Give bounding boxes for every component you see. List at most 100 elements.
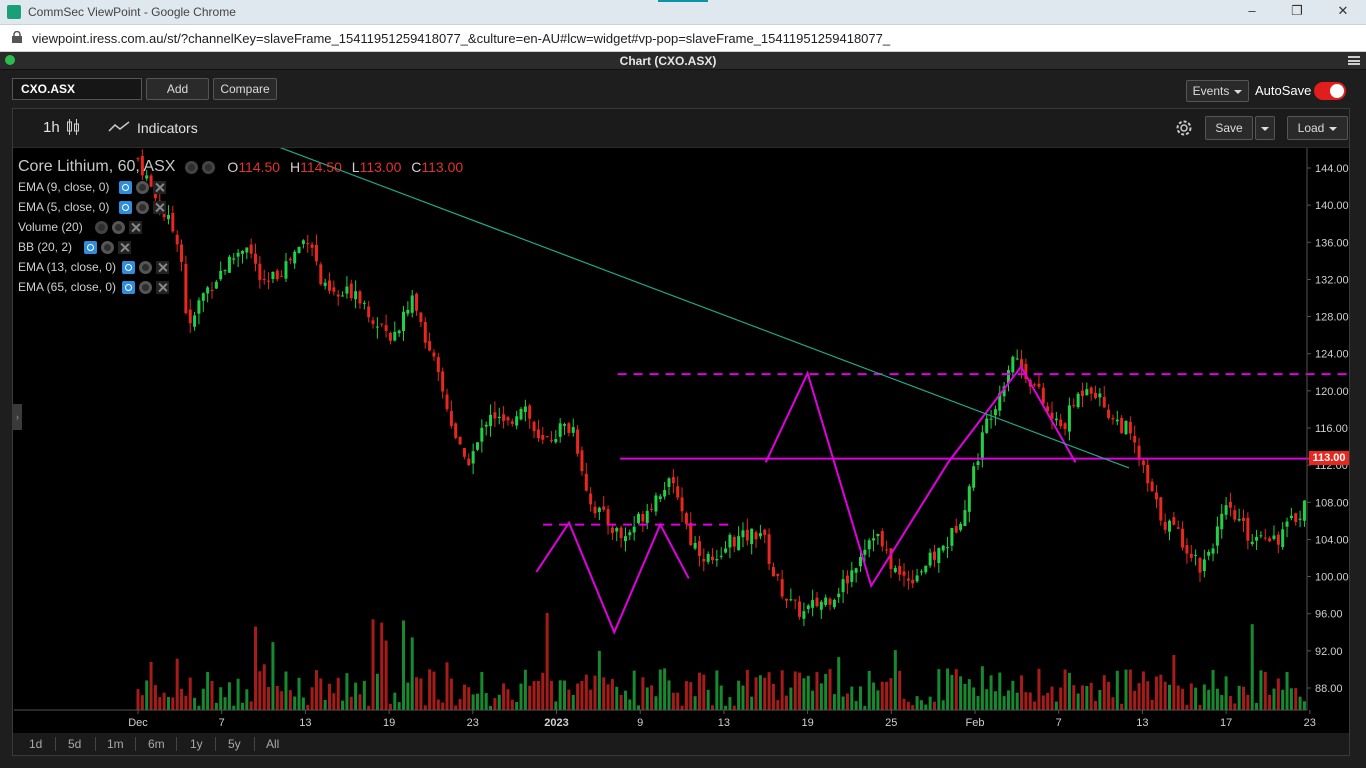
chart-legend: Core Lithium, 60, ASX O114.50 H114.50 L1… xyxy=(18,157,463,297)
close-value: 113.00 xyxy=(421,159,464,175)
study-row-volume[interactable]: Volume (20) xyxy=(18,217,463,237)
time-tick-label: 13 xyxy=(299,717,311,729)
study-settings-icon[interactable] xyxy=(101,240,115,254)
range-separator xyxy=(135,737,136,751)
visibility-eye-icon[interactable] xyxy=(122,260,136,274)
volume-bar xyxy=(950,674,954,710)
volume-bar xyxy=(610,679,614,710)
study-row-ema9[interactable]: EMA (9, close, 0) xyxy=(18,177,463,197)
price-tick-label: 108.00 xyxy=(1315,497,1349,509)
candle-body xyxy=(758,533,762,537)
candle-body xyxy=(737,536,741,551)
autosave-toggle[interactable] xyxy=(1314,82,1346,100)
high-label: H xyxy=(289,159,301,175)
volume-bar xyxy=(1263,671,1267,710)
volume-bar xyxy=(375,673,379,710)
candle-body xyxy=(1150,481,1154,492)
minimize-icon[interactable]: – xyxy=(1244,3,1260,19)
interval-selector[interactable]: 1h xyxy=(43,119,60,136)
remove-study-icon[interactable] xyxy=(118,240,132,254)
study-settings-icon[interactable] xyxy=(139,280,153,294)
indicators-icon[interactable] xyxy=(108,121,130,133)
restore-icon[interactable]: ❐ xyxy=(1289,3,1305,19)
remove-study-icon[interactable] xyxy=(156,280,170,294)
volume-bar xyxy=(1242,686,1246,710)
range-5y-button[interactable]: 5y xyxy=(228,737,241,751)
symbol-input[interactable]: CXO.ASX xyxy=(12,78,142,100)
candle-body xyxy=(928,552,932,566)
range-all-button[interactable]: All xyxy=(266,737,279,751)
range-1m-button[interactable]: 1m xyxy=(107,737,124,751)
volume-bar xyxy=(741,685,745,710)
volume-bar xyxy=(976,696,980,710)
candle-body xyxy=(637,513,641,524)
study-row-bb[interactable]: BB (20, 2) xyxy=(18,237,463,257)
study-label: BB (20, 2) xyxy=(18,240,73,254)
side-panel-expand-handle[interactable]: › xyxy=(13,404,22,430)
range-6m-button[interactable]: 6m xyxy=(148,737,165,751)
visibility-icon[interactable] xyxy=(185,160,199,174)
study-settings-icon[interactable] xyxy=(136,200,150,214)
load-dropdown[interactable]: Load xyxy=(1287,116,1348,140)
remove-study-icon[interactable] xyxy=(156,260,170,274)
study-settings-icon[interactable] xyxy=(111,220,125,234)
candle-body xyxy=(597,507,601,512)
volume-bar xyxy=(1002,696,1006,710)
events-dropdown[interactable]: Events xyxy=(1186,80,1249,102)
remove-study-icon[interactable] xyxy=(128,220,142,234)
visibility-eye-icon[interactable] xyxy=(119,200,133,214)
visibility-eye-icon[interactable] xyxy=(119,180,133,194)
url-text[interactable]: viewpoint.iress.com.au/st/?channelKey=sl… xyxy=(32,31,890,46)
volume-bar xyxy=(632,670,636,710)
visibility-eye-icon[interactable] xyxy=(84,240,98,254)
range-1d-button[interactable]: 1d xyxy=(29,737,42,751)
compare-button[interactable]: Compare xyxy=(213,78,277,100)
volume-bar xyxy=(149,661,153,710)
volume-bar xyxy=(1181,688,1185,710)
volume-bar xyxy=(493,698,497,710)
candle-type-icon[interactable] xyxy=(66,118,80,136)
study-label: EMA (65, close, 0) xyxy=(18,280,117,294)
volume-bar xyxy=(815,672,819,710)
volume-bar xyxy=(310,687,314,710)
close-window-icon[interactable]: ✕ xyxy=(1335,3,1351,19)
settings-gear-icon[interactable] xyxy=(1174,118,1194,138)
address-bar[interactable]: viewpoint.iress.com.au/st/?channelKey=sl… xyxy=(0,25,1366,52)
volume-bar xyxy=(1189,683,1193,710)
candle-body xyxy=(1102,397,1106,408)
study-settings-icon[interactable] xyxy=(136,180,150,194)
add-button[interactable]: Add xyxy=(146,78,209,100)
candle-body xyxy=(1107,409,1111,418)
remove-study-icon[interactable] xyxy=(153,200,167,214)
close-label: C xyxy=(411,159,422,175)
visibility-icon[interactable] xyxy=(94,220,108,234)
settings-gear-icon[interactable] xyxy=(202,160,216,174)
range-5d-button[interactable]: 5d xyxy=(68,737,81,751)
study-row-ema5[interactable]: EMA (5, close, 0) xyxy=(18,197,463,217)
candle-body xyxy=(1098,393,1102,398)
candle-body xyxy=(380,323,384,325)
volume-bar xyxy=(737,680,741,710)
volume-bar xyxy=(367,705,371,710)
volume-bar xyxy=(993,691,997,710)
hamburger-menu-icon[interactable] xyxy=(1348,56,1360,65)
save-options-dropdown[interactable] xyxy=(1255,116,1275,140)
visibility-eye-icon[interactable] xyxy=(122,280,136,294)
study-row-ema13[interactable]: EMA (13, close, 0) xyxy=(18,257,463,277)
candle-body xyxy=(963,510,967,527)
remove-study-icon[interactable] xyxy=(153,180,167,194)
study-settings-icon[interactable] xyxy=(139,260,153,274)
low-label: L xyxy=(351,159,360,175)
save-button[interactable]: Save xyxy=(1205,116,1253,140)
indicators-button[interactable]: Indicators xyxy=(137,120,198,136)
volume-bar xyxy=(758,675,762,710)
volume-bar xyxy=(319,678,323,710)
volume-bar xyxy=(1298,696,1302,710)
study-row-ema65[interactable]: EMA (65, close, 0) xyxy=(18,277,463,297)
candle-body xyxy=(919,571,923,573)
volume-bar xyxy=(1302,701,1306,710)
candle-body xyxy=(532,421,536,432)
volume-bar xyxy=(932,701,936,710)
candle-body xyxy=(1085,389,1089,396)
range-1y-button[interactable]: 1y xyxy=(190,737,203,751)
